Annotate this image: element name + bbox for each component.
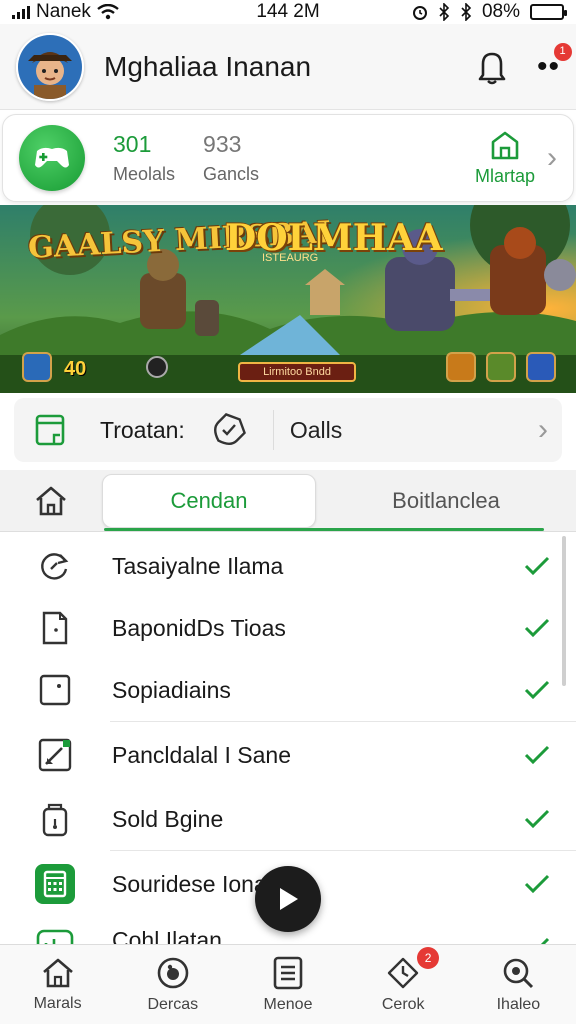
document-icon bbox=[34, 607, 76, 649]
treasure-icon[interactable] bbox=[446, 352, 476, 382]
stat-games[interactable]: 933 Gancls bbox=[203, 131, 259, 185]
banner-title: DOLMHAA bbox=[225, 217, 443, 259]
nav-item-records[interactable]: Dercas bbox=[115, 945, 230, 1024]
battery-icon bbox=[530, 4, 567, 20]
character-icon[interactable] bbox=[486, 352, 516, 382]
list-item-label: Sopiadiains bbox=[112, 676, 231, 703]
game-banner[interactable]: GAALSY MIRSBAI DOLMHAA ISTEAURG 40 Lirmi… bbox=[0, 205, 576, 393]
chevron-right-icon[interactable]: › bbox=[547, 141, 557, 175]
home-tab-button[interactable] bbox=[0, 484, 102, 518]
list-item-label: Pancldalal I Sane bbox=[112, 741, 292, 768]
check-icon bbox=[524, 874, 550, 894]
check-icon bbox=[524, 680, 550, 700]
status-bar: Nanek 144 2M 08% bbox=[0, 0, 576, 24]
banner-subtitle: ISTEAURG bbox=[262, 252, 319, 264]
check-icon bbox=[524, 809, 550, 829]
play-button[interactable] bbox=[255, 866, 321, 932]
banner-button[interactable]: Lirmitoo Bndd bbox=[238, 362, 356, 382]
list-item-label: Tasaiyalne Ilama bbox=[112, 552, 284, 579]
info-divider bbox=[272, 410, 274, 450]
map-house-icon bbox=[491, 131, 519, 159]
nav-item-search[interactable]: Ihaleo bbox=[461, 945, 576, 1024]
record-icon bbox=[146, 356, 168, 378]
verified-badge-icon bbox=[213, 413, 246, 445]
username: Mghaliaa Inanan bbox=[104, 50, 312, 82]
list-item[interactable]: Tasaiyalne Ilama bbox=[0, 535, 576, 597]
more-menu-button[interactable]: •• 1 bbox=[537, 42, 572, 82]
info-value: Oalls bbox=[289, 416, 343, 443]
search-icon bbox=[504, 958, 534, 988]
status-time: 144 2M bbox=[256, 1, 320, 22]
nav-label: Dercas bbox=[147, 995, 199, 1013]
nav-badge: 2 bbox=[417, 947, 440, 969]
book-icon bbox=[35, 414, 65, 446]
play-icon bbox=[280, 888, 298, 910]
stat-games-label: Gancls bbox=[203, 164, 260, 184]
stat-medals[interactable]: 301 Meolals bbox=[113, 131, 175, 185]
list-item[interactable]: BaponidDs Tioas bbox=[0, 597, 576, 659]
record-icon bbox=[157, 957, 189, 988]
calendar-icon bbox=[34, 863, 76, 905]
clock-icon bbox=[388, 957, 419, 988]
nav-item-clock[interactable]: 2 Cerok bbox=[346, 945, 461, 1024]
tab-inactive[interactable]: Boitlanclea bbox=[316, 474, 576, 528]
chevron-right-icon[interactable]: › bbox=[538, 413, 548, 447]
home-icon bbox=[36, 486, 66, 515]
banner-score: 40 bbox=[64, 358, 87, 380]
nav-label: Menoe bbox=[263, 995, 313, 1013]
avatar-image bbox=[18, 34, 82, 99]
list-item-label: Sold Bgine bbox=[112, 805, 224, 832]
info-bar[interactable]: Troatan: Oalls › bbox=[14, 398, 562, 462]
shield-icon[interactable] bbox=[526, 352, 556, 382]
list-item[interactable]: Sold Bgine bbox=[0, 788, 576, 850]
gem-icon bbox=[22, 352, 52, 382]
stat-games-value: 933 bbox=[203, 131, 242, 157]
list-item-label: BaponidDs Tioas bbox=[112, 614, 286, 641]
stats-card: 301 Meolals 933 Gancls Mlartap › bbox=[2, 114, 574, 202]
check-icon bbox=[524, 745, 550, 765]
stat-medals-label: Meolals bbox=[113, 164, 176, 184]
check-icon bbox=[524, 618, 550, 638]
tab-underline bbox=[104, 528, 544, 531]
list-icon bbox=[273, 956, 303, 989]
nav-label: Marals bbox=[33, 994, 82, 1012]
nav-label: Ihaleo bbox=[496, 995, 541, 1013]
dice-icon bbox=[34, 669, 76, 711]
map-label: Mlartap bbox=[474, 165, 535, 186]
nav-label: Cerok bbox=[381, 995, 425, 1013]
nav-item-home[interactable]: Marals bbox=[0, 945, 115, 1024]
profile-header: Mghaliaa Inanan •• 1 bbox=[0, 24, 576, 110]
bell-icon[interactable] bbox=[477, 49, 507, 85]
tab-active[interactable]: Cendan bbox=[102, 473, 316, 528]
bag-icon bbox=[34, 798, 76, 840]
nav-item-menu[interactable]: Menoe bbox=[230, 945, 345, 1024]
check-icon bbox=[524, 556, 550, 576]
game-controller-icon bbox=[35, 147, 69, 168]
list-item-label: Souridese Ionas bbox=[112, 870, 279, 897]
edit-icon bbox=[34, 734, 76, 776]
avatar[interactable] bbox=[16, 32, 84, 101]
stat-medals-value: 301 bbox=[113, 131, 152, 157]
home-icon bbox=[42, 958, 73, 987]
refresh-icon bbox=[34, 545, 76, 587]
add-friend-button[interactable] bbox=[19, 125, 85, 191]
list-item[interactable]: Sopiadiains bbox=[0, 659, 576, 721]
notification-badge: 1 bbox=[554, 42, 572, 61]
list-item[interactable]: Pancldalal I Sane bbox=[0, 722, 576, 788]
scrollbar[interactable] bbox=[562, 536, 566, 686]
tab-row: Cendan Boitlanclea bbox=[0, 470, 576, 532]
info-label: Troatan: bbox=[100, 416, 185, 443]
bottom-nav: Marals Dercas Menoe 2 Cerok Ihaleo bbox=[0, 944, 576, 1024]
map-button[interactable]: Mlartap bbox=[475, 130, 535, 187]
